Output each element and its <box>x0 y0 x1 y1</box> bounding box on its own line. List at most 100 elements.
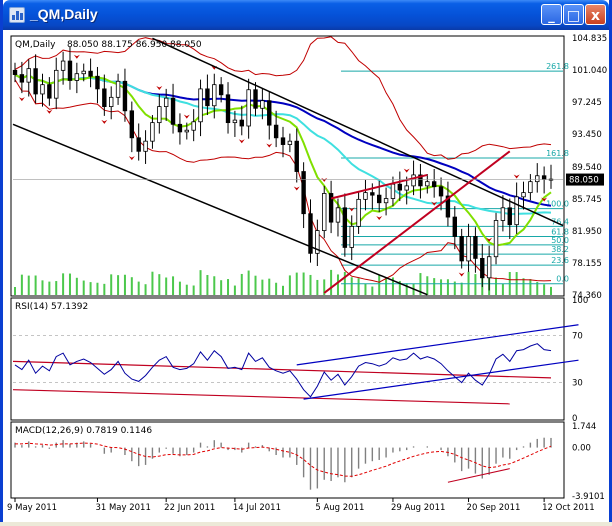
volume-bar <box>206 275 209 295</box>
fractal-arrow-icon <box>128 156 135 161</box>
candle-body <box>143 140 148 152</box>
volume-bar <box>261 279 264 295</box>
candle-body <box>466 236 471 262</box>
maximize-button[interactable]: □ <box>563 4 584 25</box>
volume-bar <box>474 274 477 295</box>
volume-bar <box>165 277 168 295</box>
candle-body <box>95 75 100 90</box>
volume-bar <box>20 274 23 295</box>
fib-level-label: 161.8 <box>546 149 569 158</box>
volume-bar <box>371 286 374 295</box>
window-title: _QM,Daily <box>30 6 98 22</box>
volume-bar <box>501 283 504 295</box>
candle-body <box>280 137 286 145</box>
candle-body <box>60 60 66 71</box>
price-axis-label: 97.245 <box>572 98 602 108</box>
candle-body <box>383 198 389 204</box>
candle-body <box>342 207 348 248</box>
volume-bar <box>55 281 58 295</box>
candle-body <box>514 196 519 226</box>
candle-body <box>212 84 217 107</box>
volume-bar <box>247 270 250 295</box>
volume-bar <box>117 275 120 295</box>
fib-level-label: 23.6 <box>551 256 569 265</box>
volume-bar <box>103 283 106 295</box>
volume-bar <box>364 283 367 295</box>
candle-body <box>232 119 238 124</box>
candle-body <box>411 174 416 187</box>
candle-body <box>12 69 18 75</box>
candle-body <box>287 140 293 145</box>
volume-bar <box>543 284 546 295</box>
fractal-arrow-icon <box>238 139 245 144</box>
macd-axis-label: 1.744 <box>572 422 596 432</box>
candle-body <box>322 193 327 231</box>
volume-bar <box>405 283 408 295</box>
close-button[interactable]: x <box>585 4 606 25</box>
fractal-arrow-icon <box>348 207 355 212</box>
candle-body <box>535 175 540 183</box>
fractal-arrow-icon <box>266 143 273 148</box>
candle-body <box>88 70 93 77</box>
time-axis-label: 5 Aug 2011 <box>315 503 364 513</box>
candle-body <box>122 80 128 112</box>
fractal-arrow-icon <box>513 174 520 179</box>
candle-body <box>150 122 155 142</box>
ohlc-readout: 88.050 88.175 86.950 88.050 <box>67 40 202 50</box>
candle-body <box>81 70 86 75</box>
time-axis-label: 20 Sep 2011 <box>467 503 521 513</box>
candle-body <box>246 89 251 127</box>
volume-bar <box>350 277 353 295</box>
candle-body <box>452 216 457 237</box>
macd-trendline <box>447 468 510 483</box>
candle-body <box>136 137 141 152</box>
candle-body <box>473 236 478 259</box>
rsi-panel-frame <box>10 297 565 421</box>
macd-axis-label: 0.00 <box>572 444 591 454</box>
volume-bar <box>522 278 525 295</box>
time-axis-label: 9 May 2011 <box>7 503 57 513</box>
title-bar[interactable]: _QM,Daily _ □ x <box>3 0 609 30</box>
candle-body <box>157 106 162 124</box>
macd-axis-label: -3.9101 <box>572 492 605 502</box>
current-price-label: 88.050 <box>569 176 599 186</box>
fib-level-label: 38.2 <box>551 245 569 254</box>
fractal-arrow-icon <box>46 109 53 114</box>
time-axis-label: 22 Jun 2011 <box>164 503 215 513</box>
chart-canvas[interactable]: 261.8161.8100.076.461.850.038.223.60.010… <box>3 30 609 522</box>
time-axis-label: 14 Jul 2011 <box>233 503 281 513</box>
candle-body <box>26 68 31 83</box>
volume-bar <box>14 287 16 295</box>
chart-area[interactable]: 261.8 161.8 100.0 76.4 61.8 50.0 38.2 23.6 0.0 10… <box>3 30 609 522</box>
volume-bar <box>295 272 298 295</box>
close-icon: x <box>590 8 601 24</box>
candle-body <box>425 181 430 187</box>
volume-bar <box>34 275 37 295</box>
volume-bar <box>75 277 78 295</box>
price-axis-label: 81.950 <box>572 227 602 237</box>
candle-body <box>74 73 80 81</box>
candle-body <box>521 192 526 198</box>
candle-body <box>541 175 547 180</box>
candle-body <box>198 88 203 123</box>
minimize-button[interactable]: _ <box>541 4 562 25</box>
price-axis-label: 101.040 <box>572 66 607 76</box>
candle-body <box>363 192 368 200</box>
time-axis-label: 29 Aug 2011 <box>391 503 445 513</box>
candle-body <box>40 84 45 95</box>
volume-bar <box>68 273 71 295</box>
volume-bar <box>137 281 140 295</box>
candle-body <box>205 88 210 107</box>
candle-body <box>459 236 464 262</box>
volume-bar <box>144 284 147 295</box>
candle-body <box>486 256 492 279</box>
candle-body <box>115 80 121 98</box>
candle-body <box>225 94 231 124</box>
candle-body <box>102 88 107 108</box>
price-axis-label: 104.835 <box>572 34 607 44</box>
volume-bar <box>446 279 449 295</box>
price-axis-label: 85.745 <box>572 195 602 205</box>
candle-body <box>33 68 38 95</box>
candle-body <box>47 84 52 99</box>
time-axis-label: 12 Oct 2011 <box>542 503 595 513</box>
